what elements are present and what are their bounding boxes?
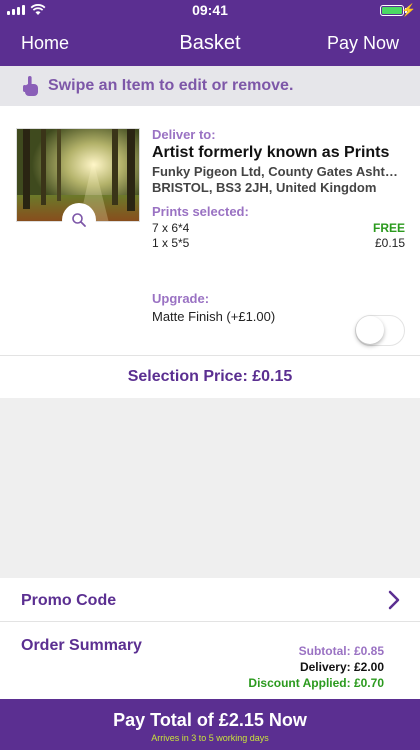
prints-selected-label: Prints selected:: [152, 204, 249, 219]
subtotal: Subtotal: £0.85: [298, 644, 384, 658]
print-row: 1 x 5*5 £0.15: [152, 236, 405, 250]
print-size: 7 x 6*4: [152, 221, 190, 235]
swipe-hand-icon: [23, 76, 38, 96]
upgrade-option: Matte Finish (+£1.00): [152, 309, 276, 324]
pay-now-button[interactable]: Pay Now: [327, 33, 399, 54]
delivery-estimate: Arrives in 3 to 5 working days: [151, 733, 269, 743]
charging-icon: ⚡: [401, 3, 416, 17]
upgrade-label: Upgrade:: [152, 291, 210, 306]
deliver-to-label: Deliver to:: [152, 127, 216, 142]
pay-total-button[interactable]: Pay Total of £2.15 Now Arrives in 3 to 5…: [0, 699, 420, 750]
status-time: 09:41: [192, 2, 228, 18]
order-summary: Order Summary Subtotal: £0.85 Delivery: …: [0, 622, 420, 699]
nav-bar: Home Basket Pay Now: [0, 20, 420, 66]
matte-finish-toggle[interactable]: [355, 315, 405, 346]
status-bar: 09:41 ⚡: [0, 0, 420, 20]
basket-item[interactable]: Deliver to: Artist formerly known as Pri…: [0, 106, 420, 398]
promo-code-row[interactable]: Promo Code: [0, 578, 420, 622]
zoom-button[interactable]: [62, 203, 96, 237]
swipe-hint: Swipe an Item to edit or remove.: [0, 66, 420, 106]
discount-applied: Discount Applied: £0.70: [248, 676, 384, 690]
print-size: 1 x 5*5: [152, 236, 190, 250]
delivery-cost: Delivery: £2.00: [299, 660, 384, 674]
print-price: £0.15: [374, 236, 405, 250]
print-row: 7 x 6*4 FREE: [152, 221, 405, 235]
promo-code-label: Promo Code: [21, 592, 117, 609]
address-line-1: Funky Pigeon Ltd, County Gates Ashton Va…: [152, 164, 404, 179]
divider: [0, 355, 420, 356]
recipient-name: Artist formerly known as Prints: [152, 144, 390, 161]
pay-total-label: Pay Total of £2.15 Now: [113, 710, 307, 730]
chevron-right-icon: [388, 590, 400, 610]
selection-price: Selection Price: £0.15: [127, 368, 293, 385]
address-line-2: BRISTOL, BS3 2JH, United Kingdom: [152, 180, 377, 195]
magnifier-icon: [72, 213, 86, 227]
toggle-knob: [356, 316, 384, 344]
print-price: FREE: [372, 221, 405, 235]
swipe-hint-text: Swipe an Item to edit or remove.: [48, 77, 294, 94]
order-summary-label: Order Summary: [21, 637, 142, 654]
